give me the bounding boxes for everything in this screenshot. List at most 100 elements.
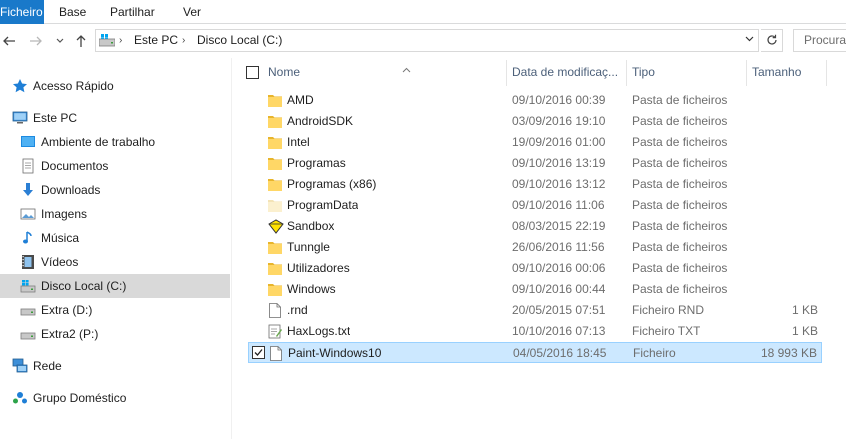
homegroup-icon <box>13 392 27 404</box>
file-row[interactable]: .rnd 20/05/2015 07:51 Ficheiro RND 1 KB <box>248 300 822 321</box>
file-row[interactable]: Intel 19/09/2016 01:00 Pasta de ficheiros <box>248 132 822 153</box>
file-row[interactable]: Programas 09/10/2016 13:19 Pasta de fichei… <box>248 153 822 174</box>
file-row[interactable]: Programas (x86) 09/10/2016 13:12 Pasta de … <box>248 174 822 195</box>
sidebar-item-musica[interactable]: Música <box>0 226 230 250</box>
file-type: Pasta de ficheiros <box>632 156 728 170</box>
arrow-left-icon <box>3 36 15 46</box>
file-icon <box>268 303 282 318</box>
breadcrumb-este-pc[interactable]: Este PC <box>134 30 178 51</box>
refresh-icon <box>766 34 777 45</box>
sidebar-item-rede[interactable]: Rede <box>0 354 230 378</box>
sidebar-item-grupo-domestico[interactable]: Grupo Doméstico <box>0 386 230 410</box>
breadcrumb-separator[interactable]: › <box>119 30 122 51</box>
breadcrumb-disco-local[interactable]: Disco Local (C:) <box>197 30 282 51</box>
column-header-data[interactable]: Data de modificaç... <box>512 58 624 86</box>
tab-ver[interactable]: Ver <box>172 0 212 24</box>
text-file-icon <box>268 324 282 339</box>
file-type: Pasta de ficheiros <box>632 135 728 149</box>
file-row[interactable]: ProgramData 09/10/2016 11:06 Pasta de fich… <box>248 195 822 216</box>
column-header-tamanho[interactable]: Tamanho <box>752 58 824 86</box>
drive-c-icon <box>20 280 36 293</box>
file-date: 19/09/2016 01:00 <box>512 135 606 149</box>
refresh-button[interactable] <box>761 29 783 52</box>
file-name: Paint-Windows10 <box>288 346 382 360</box>
recent-locations-button[interactable] <box>51 32 69 50</box>
ribbon-tabs: Ficheiro Base Partilhar Ver <box>0 0 846 24</box>
sidebar-item-acesso-rapido[interactable]: Acesso Rápido <box>0 74 230 98</box>
tab-ficheiro[interactable]: Ficheiro <box>0 0 44 24</box>
file-name: HaxLogs.txt <box>287 324 351 338</box>
desktop-icon <box>21 136 35 147</box>
column-divider[interactable] <box>826 60 827 86</box>
videos-icon <box>22 255 34 269</box>
tab-base[interactable]: Base <box>48 0 97 24</box>
sidebar-item-disco-local[interactable]: Disco Local (C:) <box>0 274 230 298</box>
network-icon <box>12 358 28 373</box>
back-button[interactable] <box>0 32 18 50</box>
drive-icon <box>20 308 36 316</box>
file-date: 09/10/2016 13:19 <box>512 156 606 170</box>
select-all-checkbox[interactable] <box>246 66 259 79</box>
sidebar-item-este-pc[interactable]: Este PC <box>0 106 230 130</box>
sidebar-item-videos[interactable]: Vídeos <box>0 250 230 274</box>
chevron-down-icon <box>56 38 64 43</box>
tab-partilhar[interactable]: Partilhar <box>99 0 166 24</box>
file-row[interactable]: Sandbox 08/03/2015 22:19 Pasta de ficheiro… <box>248 216 822 237</box>
column-header-tipo[interactable]: Tipo <box>632 58 742 86</box>
sidebar-item-extra2-p[interactable]: Extra2 (P:) <box>0 322 230 346</box>
file-row[interactable]: AMD 09/10/2016 00:39 Pasta de ficheiros <box>248 90 822 111</box>
column-header-nome[interactable]: Nome <box>268 58 506 86</box>
arrow-up-icon <box>76 35 86 47</box>
file-name: Windows <box>287 282 336 296</box>
address-bar[interactable]: › Este PC › Disco Local (C:) <box>95 29 759 52</box>
file-type: Pasta de ficheiros <box>632 282 728 296</box>
sidebar-item-extra-d[interactable]: Extra (D:) <box>0 298 230 322</box>
forward-button[interactable] <box>27 32 45 50</box>
search-input[interactable]: Procurar <box>793 29 846 52</box>
file-row[interactable]: Windows 09/10/2016 00:44 Pasta de ficheiro… <box>248 279 822 300</box>
folder-icon <box>268 261 282 276</box>
column-divider[interactable] <box>626 60 627 86</box>
sidebar-item-ambiente-de-trabalho[interactable]: Ambiente de trabalho <box>0 130 230 154</box>
file-type: Pasta de ficheiros <box>632 114 728 128</box>
file-date: 09/10/2016 00:39 <box>512 93 606 107</box>
file-name: Programas (x86) <box>287 177 377 191</box>
file-name: Intel <box>287 135 310 149</box>
sidebar-item-documentos[interactable]: Documentos <box>0 154 230 178</box>
file-row[interactable]: AndroidSDK 03/09/2016 19:10 Pasta de fiche… <box>248 111 822 132</box>
file-type: Pasta de ficheiros <box>632 93 728 107</box>
file-row[interactable]: Tunngle 26/06/2016 11:56 Pasta de ficheiro… <box>248 237 822 258</box>
file-size: 1 KB <box>791 303 818 317</box>
file-row[interactable]: HaxLogs.txt 10/10/2016 07:13 Ficheiro TXT 1… <box>248 321 822 342</box>
file-row[interactable]: Utilizadores 09/10/2016 00:06 Pasta de fic… <box>248 258 822 279</box>
file-name: .rnd <box>287 303 308 317</box>
drive-c-icon <box>99 34 115 47</box>
file-type: Ficheiro RND <box>632 303 705 317</box>
row-checkbox[interactable] <box>252 346 265 359</box>
file-name: AndroidSDK <box>287 114 354 128</box>
navigation-bar: › Este PC › Disco Local (C:) Procurar <box>0 24 846 58</box>
star-icon <box>13 79 27 93</box>
up-button[interactable] <box>72 32 90 50</box>
file-size: 1 KB <box>791 324 818 338</box>
file-size: 18 993 KB <box>760 346 817 360</box>
file-date: 26/06/2016 11:56 <box>512 240 605 254</box>
file-type: Pasta de ficheiros <box>632 177 728 191</box>
folder-icon <box>268 156 282 171</box>
file-name: AMD <box>287 93 314 107</box>
file-date: 09/10/2016 00:06 <box>512 261 606 275</box>
file-date: 09/10/2016 11:06 <box>512 198 605 212</box>
file-date: 04/05/2016 18:45 <box>513 346 607 360</box>
sidebar-item-imagens[interactable]: Imagens <box>0 202 230 226</box>
file-row[interactable]: Paint-Windows10 04/05/2016 18:45 Ficheiro 1… <box>248 342 822 363</box>
folder-icon <box>268 240 282 255</box>
file-date: 10/10/2016 07:13 <box>512 324 606 338</box>
address-dropdown-button[interactable] <box>745 30 754 51</box>
file-date: 03/09/2016 19:10 <box>512 114 606 128</box>
breadcrumb-separator[interactable]: › <box>182 30 185 51</box>
folder-icon <box>268 135 282 150</box>
column-divider[interactable] <box>506 60 507 86</box>
sidebar-item-downloads[interactable]: Downloads <box>0 178 230 202</box>
navigation-pane: Acesso Rápido Este PC Ambiente de trabal… <box>0 58 232 439</box>
column-divider[interactable] <box>746 60 747 86</box>
